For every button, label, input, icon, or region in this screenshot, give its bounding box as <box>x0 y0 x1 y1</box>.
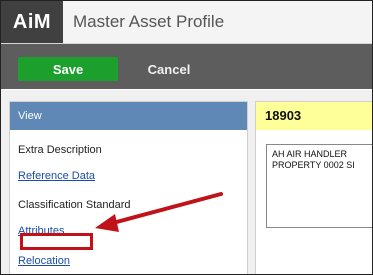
callout-arrow-icon <box>95 192 223 232</box>
app-window: AiM Master Asset Profile Save Cancel Vie… <box>0 0 373 275</box>
content-area: View Extra Description Reference Data Cl… <box>1 90 372 274</box>
app-header: AiM Master Asset Profile <box>1 1 372 44</box>
save-button[interactable]: Save <box>18 57 118 81</box>
app-logo: AiM <box>1 1 63 43</box>
toolbar: Save Cancel <box>1 44 372 89</box>
cancel-button[interactable]: Cancel <box>119 57 219 81</box>
page-title: Master Asset Profile <box>73 12 225 31</box>
